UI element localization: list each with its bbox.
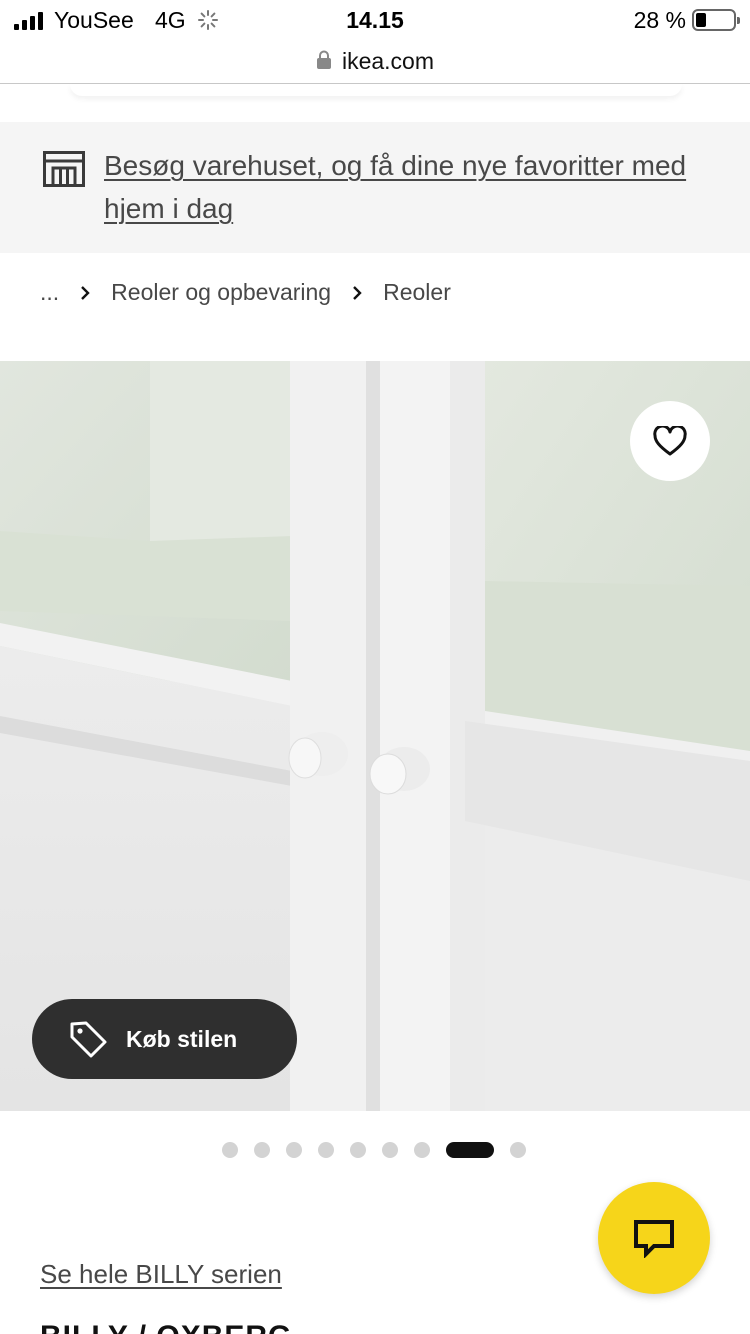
carousel-dot[interactable] xyxy=(286,1142,302,1158)
lock-icon xyxy=(316,50,331,69)
breadcrumb-item-bookcases[interactable]: Reoler xyxy=(383,279,451,306)
breadcrumb-item-ellipsis[interactable]: ... xyxy=(40,279,59,306)
store-visit-link[interactable]: Besøg varehuset, og få dine nye favoritt… xyxy=(104,144,704,230)
breadcrumb-item-storage[interactable]: Reoler og opbevaring xyxy=(111,279,331,306)
carousel-dot[interactable] xyxy=(318,1142,334,1158)
url-text: ikea.com xyxy=(341,48,435,74)
battery-percent: 28 % xyxy=(633,7,686,33)
breadcrumb: ... Reoler og opbevaring Reoler xyxy=(40,279,451,306)
chevron-right-icon xyxy=(353,285,362,300)
carousel-dot[interactable] xyxy=(222,1142,238,1158)
shop-the-look-button[interactable]: Køb stilen xyxy=(32,999,297,1079)
status-bar: YouSee 4G 14.15 28 % xyxy=(0,0,750,40)
carousel-dot[interactable] xyxy=(382,1142,398,1158)
shop-the-look-label: Køb stilen xyxy=(126,1025,238,1052)
chat-icon xyxy=(634,1220,674,1258)
favorite-button[interactable] xyxy=(630,401,710,481)
address-bar[interactable]: ikea.com xyxy=(0,40,750,84)
product-title: BILLY / OXBERG xyxy=(40,1320,292,1334)
carousel-dot[interactable] xyxy=(510,1142,526,1158)
store-icon xyxy=(43,151,85,187)
carousel-dot[interactable] xyxy=(414,1142,430,1158)
chat-button[interactable] xyxy=(598,1182,710,1294)
series-link[interactable]: Se hele BILLY serien xyxy=(40,1259,282,1290)
chevron-right-icon xyxy=(81,285,90,300)
search-bar-edge xyxy=(70,84,682,96)
carousel-dot[interactable] xyxy=(350,1142,366,1158)
battery-icon xyxy=(692,9,740,31)
heart-icon xyxy=(653,426,687,456)
battery-level xyxy=(696,13,706,27)
carousel-dot[interactable] xyxy=(254,1142,270,1158)
carousel-dot-active[interactable] xyxy=(446,1142,494,1158)
tag-icon xyxy=(70,1021,107,1058)
carousel-indicator xyxy=(222,1142,526,1158)
